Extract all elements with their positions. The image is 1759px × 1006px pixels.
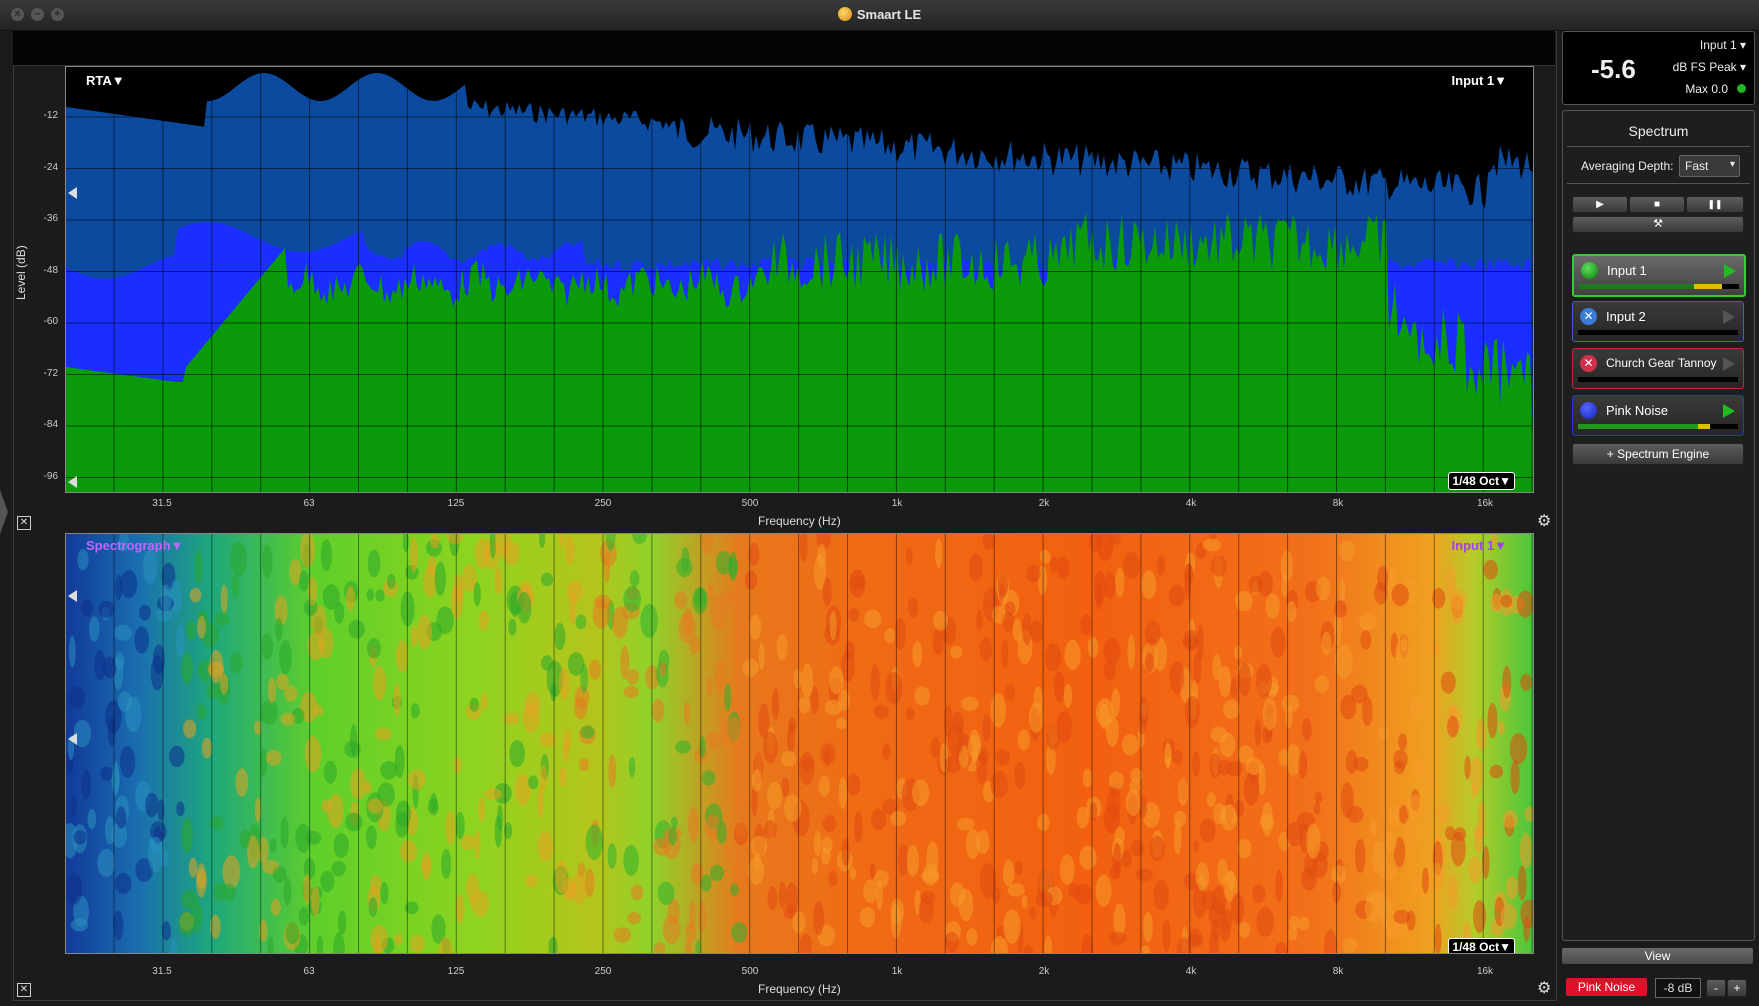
averaging-select[interactable]: Fast ▾ xyxy=(1679,155,1740,177)
spectrograph-x-tick-label: 500 xyxy=(741,966,759,977)
play-button[interactable]: ▶ xyxy=(1572,196,1628,213)
spectrograph-graph xyxy=(66,534,1533,953)
rta-y-tick-label: -48 xyxy=(43,264,58,276)
meter-value: -5.6 xyxy=(1591,54,1636,84)
rta-y-tick-label: -60 xyxy=(43,316,58,327)
divider xyxy=(1567,183,1750,184)
rta-upper-threshold-handle[interactable] xyxy=(68,187,77,199)
input-disabled-icon: ✕ xyxy=(1580,355,1597,372)
app-logo-icon xyxy=(837,7,852,21)
rta-x-tick-label: 125 xyxy=(447,498,465,509)
input-label: Input 1 xyxy=(1607,263,1647,278)
input-level-bar xyxy=(1579,284,1739,289)
spectrograph-x-axis-title: Frequency (Hz) xyxy=(758,982,841,996)
input-level-bar xyxy=(1578,424,1738,429)
chevron-down-icon: ▾ xyxy=(1739,60,1746,74)
spectrograph-x-tick-label: 8k xyxy=(1332,966,1344,977)
input-play-icon[interactable] xyxy=(1724,264,1736,278)
input-play-icon[interactable] xyxy=(1723,404,1735,418)
rta-x-tick-label: 2k xyxy=(1038,498,1050,509)
control-panel: Spectrum Averaging Depth: Fast ▾ xyxy=(1562,110,1755,941)
generator-level-up-button[interactable]: + xyxy=(1727,979,1747,997)
rta-input-selector[interactable]: Input 1▼ xyxy=(1452,73,1507,88)
averaging-label: Averaging Depth: xyxy=(1581,159,1674,173)
input-row-input-2[interactable]: ✕ Input 2 xyxy=(1572,301,1744,342)
rta-close-icon[interactable]: ✕ xyxy=(17,516,31,530)
spectrograph-x-tick-label: 2k xyxy=(1038,966,1050,977)
meter-status-led xyxy=(1737,84,1746,93)
chevron-down-icon: ▾ xyxy=(1739,38,1746,52)
generator-level-down-button[interactable]: - xyxy=(1706,979,1726,997)
spectrograph-x-tick-label: 1k xyxy=(891,966,903,977)
input-disabled-icon: ✕ xyxy=(1580,308,1597,325)
add-spectrum-engine-button[interactable]: + Spectrum Engine xyxy=(1572,443,1744,465)
view-button[interactable]: View xyxy=(1562,948,1753,964)
generator-level-display: -8 dB xyxy=(1655,978,1701,998)
input-status-icon xyxy=(1580,402,1597,419)
rta-y-tick-label: -36 xyxy=(43,213,58,224)
input-row-church-gear-tannoy[interactable]: ✕ Church Gear Tannoy xyxy=(1572,348,1744,389)
rta-x-tick-label: 4k xyxy=(1185,498,1197,509)
divider xyxy=(1567,146,1750,147)
spectrograph-x-tick-label: 63 xyxy=(303,966,315,977)
rta-x-tick-label: 8k xyxy=(1332,498,1344,509)
title-bar: × – + Smaart LE xyxy=(0,0,1759,31)
rta-x-tick-label: 250 xyxy=(594,498,612,509)
meter-input-select[interactable]: Input 1 ▾ xyxy=(1700,38,1746,52)
rta-x-tick-label: 500 xyxy=(741,498,759,509)
spectrograph-octave-selector[interactable]: 1/48 Oct▼ xyxy=(1448,938,1515,953)
spectrograph-x-tick-label: 16k xyxy=(1476,966,1494,977)
spectrograph-lower-threshold-handle[interactable] xyxy=(68,733,77,745)
tools-button[interactable]: ⚒ xyxy=(1572,216,1744,233)
rta-graph xyxy=(66,67,1533,492)
spectrograph-x-tick-label: 4k xyxy=(1185,966,1197,977)
panel-title: Spectrum xyxy=(1628,123,1689,139)
input-level-bar xyxy=(1578,330,1738,335)
spectrograph-settings-gear-icon[interactable]: ⚙ xyxy=(1537,978,1551,998)
input-row-input-1[interactable]: Input 1 xyxy=(1572,254,1746,297)
rta-plot[interactable]: RTA▼ Input 1▼ 1/48 Oct▼ xyxy=(65,66,1534,493)
spectrograph-plot[interactable]: Spectrograph▼ Input 1▼ 1/48 Oct▼ xyxy=(65,533,1534,954)
sidebar-toggle-handle[interactable] xyxy=(0,490,8,534)
stop-button[interactable]: ■ xyxy=(1629,196,1685,213)
rta-y-tick-label: -24 xyxy=(43,161,58,173)
level-meter: Input 1 ▾ -5.6 dB FS Peak ▾ Max 0.0 xyxy=(1562,31,1755,105)
input-label: Church Gear Tannoy xyxy=(1606,356,1717,370)
input-play-icon[interactable] xyxy=(1723,357,1735,371)
meter-unit-select[interactable]: dB FS Peak ▾ xyxy=(1673,60,1746,74)
spectrograph-x-tick-label: 250 xyxy=(594,966,612,977)
rta-lower-threshold-handle[interactable] xyxy=(68,476,77,488)
spectrograph-x-tick-label: 31.5 xyxy=(152,966,172,977)
input-status-icon xyxy=(1581,262,1598,279)
input-level-bar xyxy=(1578,377,1738,382)
spectrograph-upper-threshold-handle[interactable] xyxy=(68,590,77,602)
rta-x-tick-label: 31.5 xyxy=(152,498,172,509)
rta-settings-gear-icon[interactable]: ⚙ xyxy=(1537,511,1551,531)
rta-x-tick-label: 63 xyxy=(303,498,315,509)
spectrograph-x-tick-label: 125 xyxy=(447,966,465,977)
meter-max-label: Max 0.0 xyxy=(1685,82,1728,96)
window-title: Smaart LE xyxy=(0,7,1759,22)
spectrograph-input-selector[interactable]: Input 1▼ xyxy=(1452,538,1507,553)
input-label: Input 2 xyxy=(1606,309,1646,324)
rta-x-tick-label: 1k xyxy=(891,498,903,509)
rta-y-tick-label: -12 xyxy=(43,110,58,121)
input-play-icon[interactable] xyxy=(1723,310,1735,324)
chevron-down-icon: ▾ xyxy=(1729,159,1735,170)
generator-button[interactable]: Pink Noise xyxy=(1566,978,1647,996)
rta-octave-selector[interactable]: 1/48 Oct▼ xyxy=(1448,472,1515,490)
spectrograph-close-icon[interactable]: ✕ xyxy=(17,983,31,997)
rta-mode-selector[interactable]: RTA▼ xyxy=(86,73,125,88)
rta-y-tick-label: -84 xyxy=(43,419,58,430)
rta-x-tick-label: 16k xyxy=(1476,498,1494,509)
rta-x-axis-title: Frequency (Hz) xyxy=(758,514,841,528)
input-label: Pink Noise xyxy=(1606,403,1669,418)
spectrograph-mode-selector[interactable]: Spectrograph▼ xyxy=(86,538,183,553)
pause-button[interactable]: ❚❚ xyxy=(1686,196,1744,213)
top-strip xyxy=(13,31,1555,66)
rta-y-tick-label: -96 xyxy=(43,470,58,482)
input-row-pink-noise[interactable]: Pink Noise xyxy=(1572,395,1744,436)
rta-y-tick-label: -72 xyxy=(43,367,58,379)
